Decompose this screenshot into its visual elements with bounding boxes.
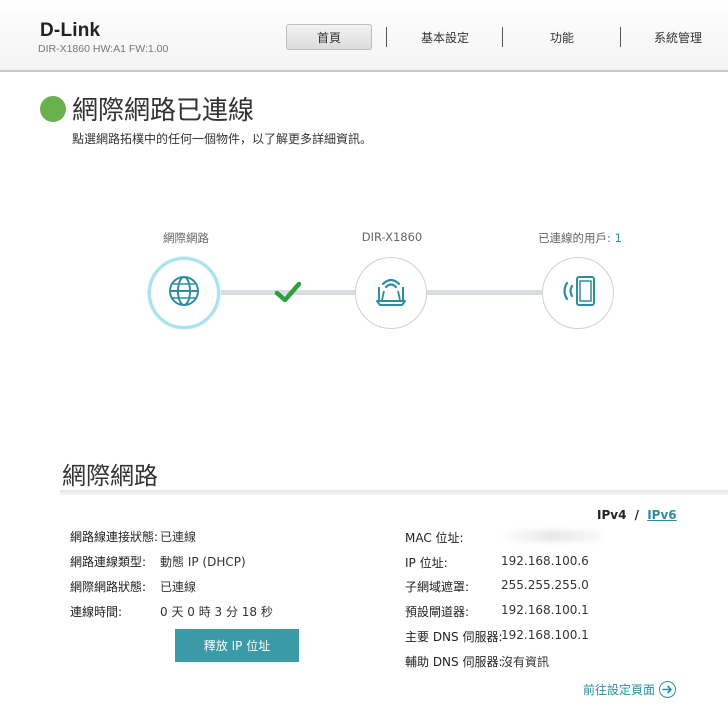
nav-system-management[interactable]: 系統管理 bbox=[636, 24, 720, 50]
section-divider bbox=[60, 490, 728, 495]
goto-settings-link[interactable]: 前往設定頁面 bbox=[583, 681, 677, 698]
cable-status-label: 網路線連接狀態: bbox=[70, 530, 159, 544]
router-clients-link bbox=[426, 290, 546, 295]
connection-type-label: 網路連線類型: bbox=[70, 555, 147, 569]
check-icon bbox=[274, 280, 302, 308]
model-info: DIR-X1860 HW:A1 FW:1.00 bbox=[38, 43, 169, 55]
connection-status-dot bbox=[40, 96, 66, 122]
secondary-dns-label: 輔助 DNS 伺服器: bbox=[405, 655, 503, 669]
arrow-right-icon bbox=[659, 681, 677, 698]
nav-home[interactable]: 首頁 bbox=[286, 24, 372, 50]
ipv6-tab[interactable]: IPv6 bbox=[647, 508, 676, 522]
dlink-logo[interactable]: D-Link bbox=[40, 20, 100, 42]
ipv4-tab[interactable]: IPv4 bbox=[597, 508, 626, 522]
primary-dns-value: 192.168.100.1 bbox=[501, 628, 589, 642]
subnet-mask-value: 255.255.255.0 bbox=[501, 578, 589, 592]
router-node-label: DIR-X1860 bbox=[361, 230, 423, 244]
clients-node[interactable] bbox=[542, 257, 614, 329]
ip-address-label: IP 位址: bbox=[405, 556, 448, 570]
top-header: D-Link DIR-X1860 HW:A1 FW:1.00 首頁 基本設定 功… bbox=[0, 0, 728, 72]
router-icon bbox=[371, 273, 411, 313]
section-title: 網際網路 bbox=[62, 462, 158, 490]
subnet-mask-label: 子網域遮罩: bbox=[405, 580, 470, 594]
mac-address-label: MAC 位址: bbox=[405, 531, 464, 545]
internet-status-value: 已連線 bbox=[160, 580, 197, 594]
page-title: 網際網路已連線 bbox=[72, 96, 255, 126]
cable-status-value: 已連線 bbox=[160, 530, 197, 544]
ip-version-tabs: IPv4 / IPv6 bbox=[597, 508, 677, 522]
primary-dns-label: 主要 DNS 伺服器: bbox=[405, 630, 503, 644]
release-ip-button[interactable]: 釋放 IP 位址 bbox=[175, 629, 299, 662]
router-node[interactable] bbox=[355, 257, 427, 329]
internet-node[interactable] bbox=[148, 257, 220, 329]
clients-node-label: 已連線的用戶: 1 bbox=[520, 230, 640, 246]
tablet-icon bbox=[558, 274, 598, 312]
goto-settings-label: 前往設定頁面 bbox=[583, 683, 656, 697]
secondary-dns-value: 沒有資訊 bbox=[501, 655, 550, 669]
nav-divider bbox=[386, 27, 387, 47]
clients-label-text: 已連線的用戶: bbox=[538, 231, 611, 245]
uptime-value: 0 天 0 時 3 分 18 秒 bbox=[160, 605, 273, 619]
internet-status-label: 網際網路狀態: bbox=[70, 580, 147, 594]
default-gateway-label: 預設閘道器: bbox=[405, 605, 470, 619]
nav-divider bbox=[620, 27, 621, 47]
nav-features[interactable]: 功能 bbox=[520, 24, 604, 50]
page-subtitle: 點選網路拓樸中的任何一個物件，以了解更多詳細資訊。 bbox=[72, 132, 373, 146]
connection-type-value: 動態 IP (DHCP) bbox=[160, 555, 246, 569]
tab-separator: / bbox=[634, 508, 640, 522]
mac-address-value bbox=[501, 530, 601, 542]
uptime-label: 連線時間: bbox=[70, 605, 123, 619]
ip-address-value: 192.168.100.6 bbox=[501, 554, 589, 568]
nav-basic-settings[interactable]: 基本設定 bbox=[400, 24, 490, 50]
internet-node-label: 網際網路 bbox=[163, 231, 209, 245]
clients-count: 1 bbox=[614, 231, 622, 245]
globe-icon bbox=[167, 274, 201, 312]
default-gateway-value: 192.168.100.1 bbox=[501, 603, 589, 617]
nav-divider bbox=[502, 27, 503, 47]
